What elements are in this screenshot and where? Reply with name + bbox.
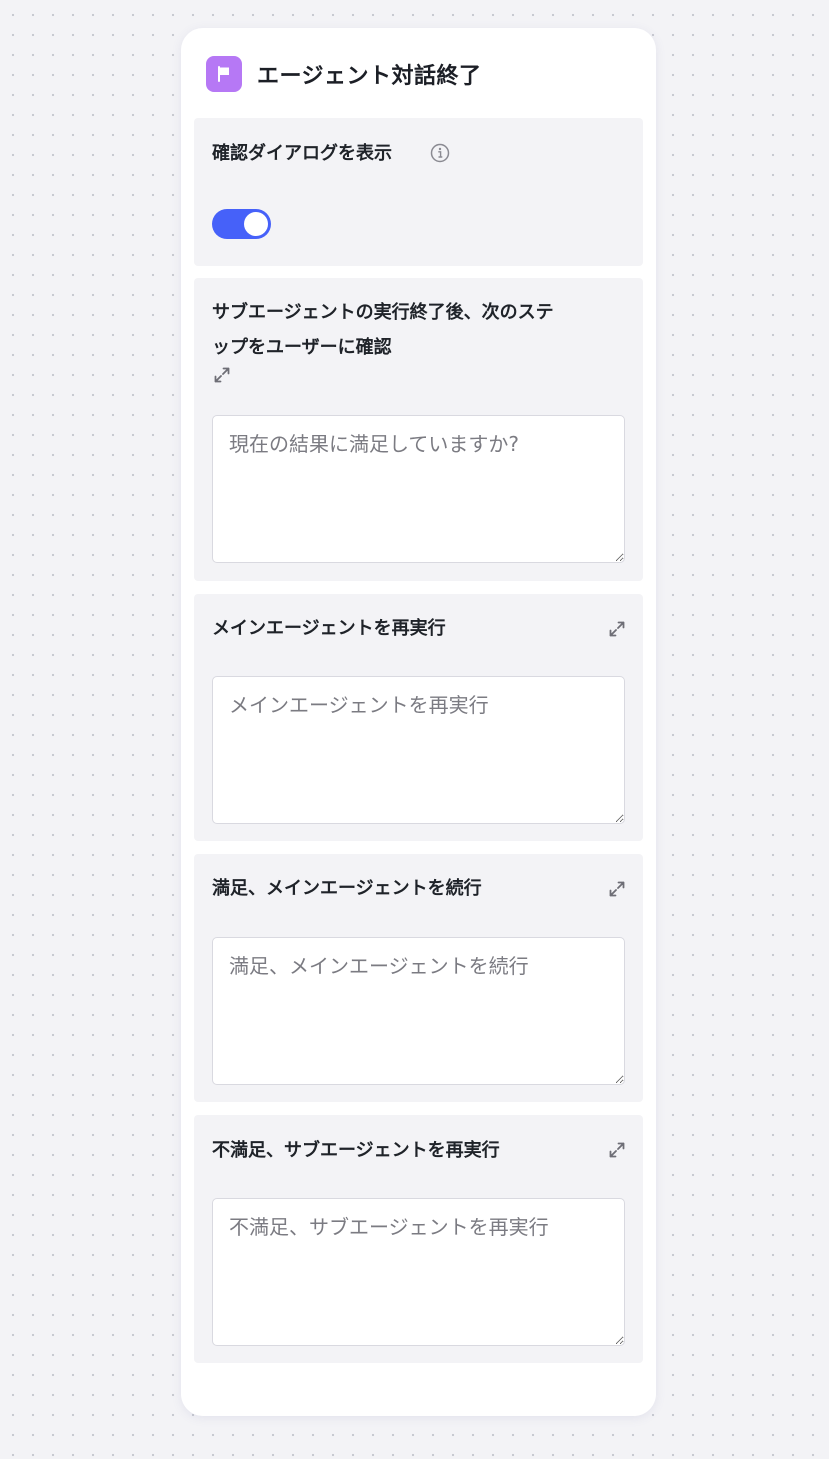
- rerun-main-textarea[interactable]: [212, 676, 625, 824]
- confirm-question-label-line1: サブエージェントの実行終了後、次のステ: [212, 302, 554, 323]
- rerun-main-label: メインエージェントを再実行: [212, 618, 446, 639]
- expand-icon[interactable]: [607, 879, 627, 899]
- panel-header: エージェント対話終了: [206, 56, 482, 92]
- continue-main-label: 満足、メインエージェントを続行: [212, 878, 482, 899]
- flag-icon: [206, 56, 242, 92]
- rerun-sub-section: 不満足、サブエージェントを再実行: [194, 1115, 643, 1363]
- expand-icon[interactable]: [607, 619, 627, 639]
- continue-main-textarea[interactable]: [212, 937, 625, 1085]
- toggle-knob: [244, 212, 268, 236]
- confirm-question-label-line2: ップをユーザーに確認: [212, 337, 392, 358]
- confirm-dialog-toggle[interactable]: [212, 209, 271, 239]
- rerun-sub-label: 不満足、サブエージェントを再実行: [212, 1140, 500, 1161]
- expand-icon[interactable]: [212, 365, 232, 385]
- expand-icon[interactable]: [607, 1140, 627, 1160]
- confirm-question-section: サブエージェントの実行終了後、次のステ ップをユーザーに確認: [194, 278, 643, 581]
- agent-dialog-end-panel: エージェント対話終了 確認ダイアログを表示 サブエージェントの実行終了後、次のス…: [181, 28, 656, 1416]
- confirm-question-textarea[interactable]: [212, 415, 625, 563]
- panel-title: エージェント対話終了: [257, 64, 482, 89]
- rerun-main-section: メインエージェントを再実行: [194, 594, 643, 841]
- info-icon[interactable]: [430, 143, 450, 163]
- confirm-dialog-section: 確認ダイアログを表示: [194, 118, 643, 266]
- continue-main-section: 満足、メインエージェントを続行: [194, 854, 643, 1102]
- confirm-dialog-label: 確認ダイアログを表示: [212, 143, 392, 164]
- rerun-sub-textarea[interactable]: [212, 1198, 625, 1346]
